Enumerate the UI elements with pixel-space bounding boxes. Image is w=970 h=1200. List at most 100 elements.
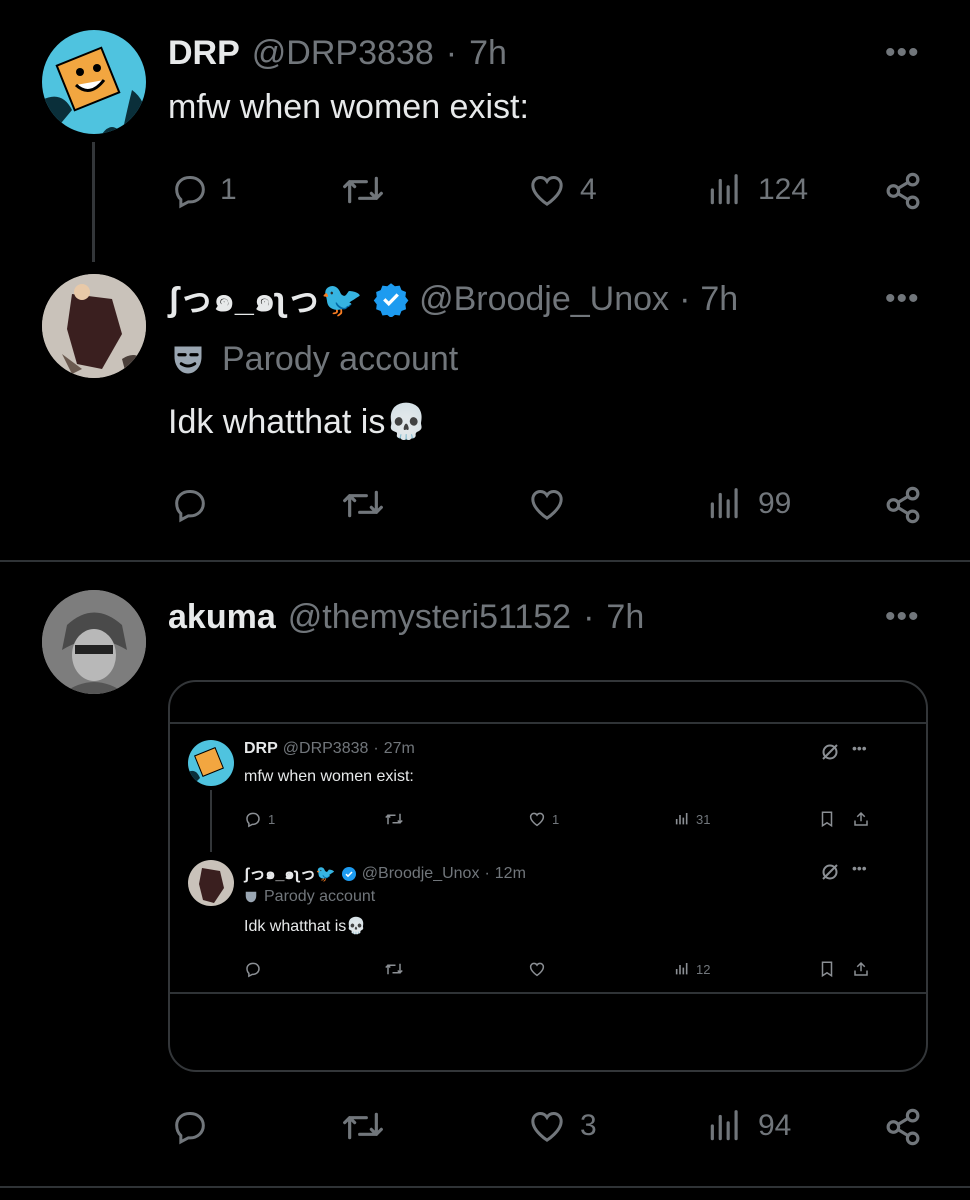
share-icon	[886, 172, 920, 210]
avatar-akuma[interactable]	[42, 590, 146, 694]
verified-icon	[373, 283, 409, 317]
retweet-button[interactable]	[340, 1106, 386, 1146]
like-count: 4	[580, 173, 597, 206]
embed-handle: @Broodje_Unox	[361, 864, 480, 882]
like-icon	[531, 175, 563, 206]
retweet-icon	[343, 490, 383, 518]
like-button[interactable]: 3	[526, 1106, 597, 1146]
views-button[interactable]: 94	[706, 1106, 791, 1146]
tweet2-header: ʃっ๑_๑ʅっ🐦 @Broodje_Unox · 7h	[168, 276, 738, 322]
tweet-text: Idk whatthat is💀	[168, 403, 428, 441]
display-name[interactable]: DRP	[168, 34, 240, 73]
like-icon	[529, 812, 545, 827]
separator-dot: ·	[679, 279, 691, 318]
embed-display-name: ʃっ๑_๑ʅっ🐦	[244, 866, 336, 883]
card-top-divider	[170, 722, 926, 724]
like-icon	[531, 489, 563, 520]
embed-more-icon: •••	[852, 860, 867, 876]
card-bottom-divider	[170, 992, 926, 994]
parody-label-text: Parody account	[222, 340, 459, 378]
grok-icon	[820, 742, 840, 767]
like-icon	[531, 1111, 563, 1142]
reply-button[interactable]	[170, 484, 210, 524]
embed-avatar-drp	[188, 740, 234, 786]
reply-icon	[175, 176, 205, 209]
embed-t1-actions: 1 1 31	[244, 808, 884, 830]
more-icon[interactable]: •••	[885, 38, 920, 68]
display-name[interactable]: ʃっ๑_๑ʅっ🐦	[168, 272, 363, 326]
divider	[0, 1186, 970, 1188]
embed-separator: ·	[484, 864, 490, 882]
avatar-broodje[interactable]	[42, 274, 146, 378]
timestamp[interactable]: 7h	[469, 34, 507, 73]
parody-mask-icon	[174, 346, 202, 373]
bookmark-icon	[821, 961, 833, 978]
like-icon	[529, 962, 545, 977]
embed-timestamp: 12m	[494, 864, 526, 882]
embed-tweet-text: mfw when women exist:	[244, 768, 414, 785]
tweet-text: mfw when women exist:	[168, 88, 529, 126]
views-icon	[710, 174, 738, 205]
retweet-icon	[385, 963, 403, 975]
thread-line	[92, 142, 95, 262]
embed-view-count: 12	[696, 961, 711, 977]
separator-dot: ·	[583, 597, 595, 636]
share-button[interactable]	[882, 170, 924, 212]
embed-t1-header: DRP @DRP3838 · 27m	[244, 740, 415, 758]
like-count: 3	[580, 1109, 597, 1142]
embed-more-icon: •••	[852, 740, 867, 756]
display-name[interactable]: akuma	[168, 598, 276, 637]
embed-display-name: DRP	[244, 740, 278, 757]
reply-icon	[175, 1112, 205, 1145]
avatar-drp[interactable]	[42, 30, 146, 134]
embed-timestamp: 27m	[383, 740, 415, 757]
upload-icon	[854, 811, 868, 826]
embed-reply-count: 1	[268, 811, 276, 827]
more-icon[interactable]: •••	[885, 602, 920, 632]
parody-label: Parody account	[170, 340, 458, 379]
timestamp[interactable]: 7h	[606, 598, 644, 637]
handle[interactable]: @Broodje_Unox	[419, 280, 669, 319]
handle[interactable]: @themysteri51152	[288, 598, 571, 637]
embed-view-count: 31	[696, 811, 711, 827]
retweet-button[interactable]	[340, 484, 386, 524]
reply-icon	[246, 812, 260, 828]
like-button[interactable]: 4	[526, 170, 597, 210]
share-icon	[886, 486, 920, 524]
view-count: 94	[758, 1109, 792, 1142]
tweet1-header: DRP @DRP3838 · 7h	[168, 30, 507, 76]
divider	[0, 560, 970, 562]
timestamp[interactable]: 7h	[700, 280, 738, 319]
retweet-button[interactable]	[340, 170, 386, 210]
embed-like-count: 1	[552, 811, 560, 827]
share-button[interactable]	[882, 484, 924, 526]
embed-t2-actions: 12	[244, 958, 884, 980]
views-button[interactable]: 99	[706, 484, 791, 524]
embed-tweet-text: Idk whatthat is💀	[244, 918, 367, 935]
views-icon	[710, 488, 738, 519]
view-count: 99	[758, 487, 792, 520]
attached-image[interactable]: DRP @DRP3838 · 27m mfw when women exist:…	[168, 680, 928, 1072]
embed-avatar-broodje	[188, 860, 234, 906]
reply-icon	[246, 962, 260, 978]
views-button[interactable]: 124	[706, 170, 808, 210]
like-button[interactable]	[526, 484, 568, 524]
embed-parody-text: Parody account	[264, 888, 376, 905]
reply-button[interactable]: 1	[170, 170, 237, 210]
reply-icon	[175, 490, 205, 523]
share-button[interactable]	[882, 1106, 924, 1148]
tweet3-header: akuma @themysteri51152 · 7h	[168, 594, 644, 640]
more-icon[interactable]: •••	[885, 284, 920, 314]
verified-icon	[341, 866, 356, 881]
share-icon	[886, 1108, 920, 1146]
parody-mask-icon	[245, 891, 257, 903]
handle[interactable]: @DRP3838	[252, 34, 434, 73]
embed-thread-line	[210, 790, 212, 852]
retweet-icon	[343, 176, 383, 204]
retweet-icon	[385, 813, 403, 825]
reply-button[interactable]	[170, 1106, 210, 1146]
grok-icon	[820, 862, 840, 887]
embed-separator: ·	[373, 740, 379, 757]
embed-handle: @DRP3838	[282, 740, 369, 757]
embed-t2-header: ʃっ๑_๑ʅっ🐦 @Broodje_Unox · 12m	[244, 860, 526, 887]
